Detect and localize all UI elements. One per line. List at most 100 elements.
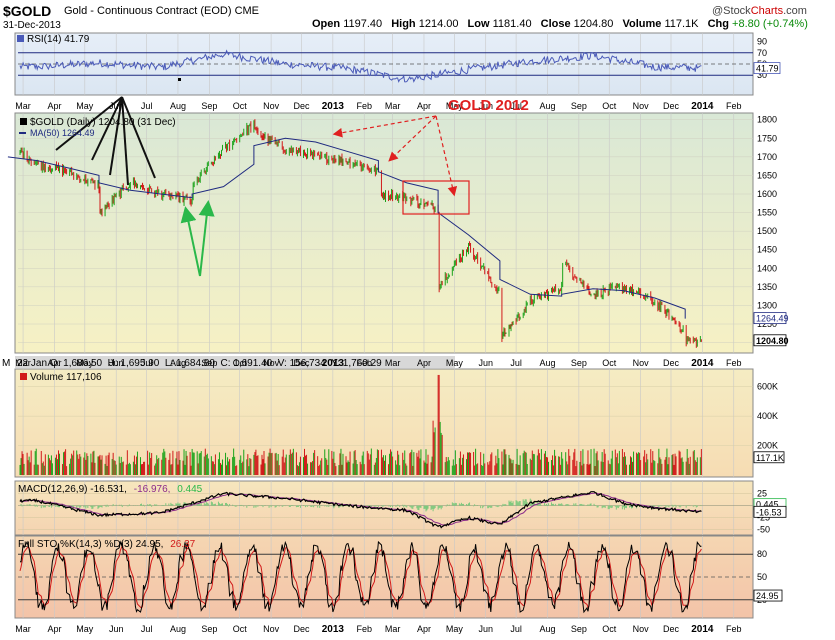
x-tick-label-top: Dec	[293, 101, 310, 111]
chg-label: Chg	[707, 18, 729, 30]
vol-tick-label: 400K	[757, 411, 778, 421]
x-tick-label-bottom: Jul	[141, 624, 153, 634]
close-label: Close	[540, 18, 571, 30]
x-tick-label-bottom: May	[446, 624, 464, 634]
vol-tick-label: 600K	[757, 382, 778, 392]
x-tick-label-bottom: Mar	[15, 624, 31, 634]
chart-date: 31-Dec-2013	[3, 20, 61, 31]
sto-tick-label: 80	[757, 549, 767, 559]
x-tick-label-top: May	[76, 101, 94, 111]
price-tick-label: 1400	[757, 263, 777, 273]
x-tick-label-top: 2013	[322, 101, 345, 112]
x-tick-label-top: Dec	[663, 101, 680, 111]
x-tick-label-top: Feb	[726, 101, 742, 111]
rsi-last-label: 41.79	[756, 64, 779, 74]
price-tick-label: 1650	[757, 170, 777, 180]
x-tick-label-mid: Mar	[385, 358, 401, 368]
price-tick-label: 1300	[757, 300, 777, 310]
x-tick-label-bottom: Aug	[170, 624, 186, 634]
sto-tick-label: 50	[757, 572, 767, 582]
x-tick-label-bottom: Aug	[539, 624, 555, 634]
x-tick-label-bottom: Jun	[478, 624, 493, 634]
x-tick-label-bottom: Apr	[417, 624, 431, 634]
chg-value: +8.80 (+0.74%)	[732, 18, 808, 30]
x-tick-label-top: Jun	[109, 101, 124, 111]
volume-title-text: Volume 117,106	[30, 372, 102, 383]
price-tick-label: 1450	[757, 245, 777, 255]
macd-tick-label: -50	[757, 525, 770, 535]
volume-value: 117.1K	[664, 18, 699, 30]
x-tick-label-top: Nov	[263, 101, 280, 111]
rsi-title-text: RSI(14) 41.79	[27, 34, 90, 45]
x-tick-label-mid: Oct	[602, 358, 617, 368]
x-tick-label-top: 2014	[691, 101, 714, 112]
rsi-tick-label: 90	[757, 37, 767, 47]
x-tick-label-top: Nov	[633, 101, 650, 111]
x-tick-label-bottom: 2013	[322, 624, 345, 635]
x-tick-label-mid: May	[446, 358, 464, 368]
volume-label: Volume	[622, 18, 662, 30]
x-tick-label-mid: Feb	[726, 358, 742, 368]
macd-title-hist: 0.445	[177, 484, 202, 495]
price-tick-label: 1800	[757, 115, 777, 125]
x-tick-label-top: Aug	[170, 101, 186, 111]
x-tick-label-top: Jul	[141, 101, 153, 111]
brand-charts: Charts	[750, 5, 784, 17]
x-tick-label-bottom: Jul	[510, 624, 522, 634]
price-tick-label: 1350	[757, 282, 777, 292]
sto-last-label: 24.95	[756, 591, 779, 601]
x-tick-label-bottom: Nov	[263, 624, 280, 634]
volume-title: Volume 117,106	[20, 372, 102, 383]
x-tick-label-bottom: Oct	[233, 624, 248, 634]
x-tick-label-top: Sep	[571, 101, 587, 111]
price-tick-label: 1500	[757, 226, 777, 236]
open-label: Open	[312, 18, 341, 30]
price-tick-label: 1700	[757, 152, 777, 162]
exchange-text: CME	[234, 5, 260, 17]
x-tick-label-bottom: Mar	[385, 624, 401, 634]
rsi-tick-label: 70	[757, 48, 767, 58]
annotation-marker	[178, 78, 181, 81]
x-tick-label-bottom: Dec	[663, 624, 680, 634]
x-tick-label-mid: Apr	[417, 358, 431, 368]
x-tick-label-mid: Jun	[478, 358, 493, 368]
x-tick-label-top: Oct	[233, 101, 248, 111]
high-value: 1214.00	[418, 18, 459, 30]
open-value: 1197.40	[343, 18, 383, 30]
x-tick-label-bottom: Sep	[571, 624, 587, 634]
x-tick-label-top: Aug	[539, 101, 555, 111]
price-tick-label: 1550	[757, 208, 777, 218]
x-tick-label-bottom: Dec	[293, 624, 310, 634]
x-tick-label-top: Apr	[417, 101, 431, 111]
low-value: 1181.40	[492, 18, 532, 30]
info-bar-prefix: M	[2, 358, 10, 369]
ohlc-summary: Open 1197.40 High 1214.00 Low 1181.40 Cl…	[312, 18, 808, 30]
high-label: High	[391, 18, 416, 30]
vol-tick-label: 200K	[757, 441, 778, 451]
x-tick-label-mid: Jul	[510, 358, 522, 368]
x-tick-label-bottom: May	[76, 624, 94, 634]
x-tick-label-bottom: Feb	[356, 624, 372, 634]
price-tick-label: 1600	[757, 189, 777, 199]
sto-title-d: 26.37	[170, 539, 195, 550]
x-tick-label-bottom: 2014	[691, 624, 714, 635]
x-tick-label-top: Mar	[385, 101, 401, 111]
ma-last-label: 1264.49	[756, 314, 789, 324]
x-tick-label-bottom: Jun	[109, 624, 124, 634]
x-tick-label-mid: 2014	[691, 358, 714, 369]
x-tick-label-top: Apr	[47, 101, 61, 111]
symbol: $GOLD	[3, 3, 52, 19]
price-last-label: 1204.80	[756, 336, 789, 346]
annotation-title: GOLD 2012	[448, 97, 529, 114]
brand-stock: Stock	[723, 5, 751, 17]
x-tick-label-top: Sep	[201, 101, 217, 111]
x-tick-label-mid: Sep	[571, 358, 587, 368]
description-text: Gold - Continuous Contract (EOD)	[64, 5, 232, 17]
stockcharts-brand[interactable]: @StockCharts.com	[712, 5, 807, 17]
x-tick-label-bottom: Sep	[201, 624, 217, 634]
x-tick-label-bottom: Oct	[602, 624, 617, 634]
ma-label: MA(50) 1264.49	[30, 128, 95, 138]
info-bar-text: 22 Jan O: 1,686.50 H: 1,695.90 L: 1,684.…	[17, 358, 382, 369]
symbol-description: Gold - Continuous Contract (EOD) CME	[64, 5, 259, 17]
x-tick-label-bottom: Feb	[726, 624, 742, 634]
